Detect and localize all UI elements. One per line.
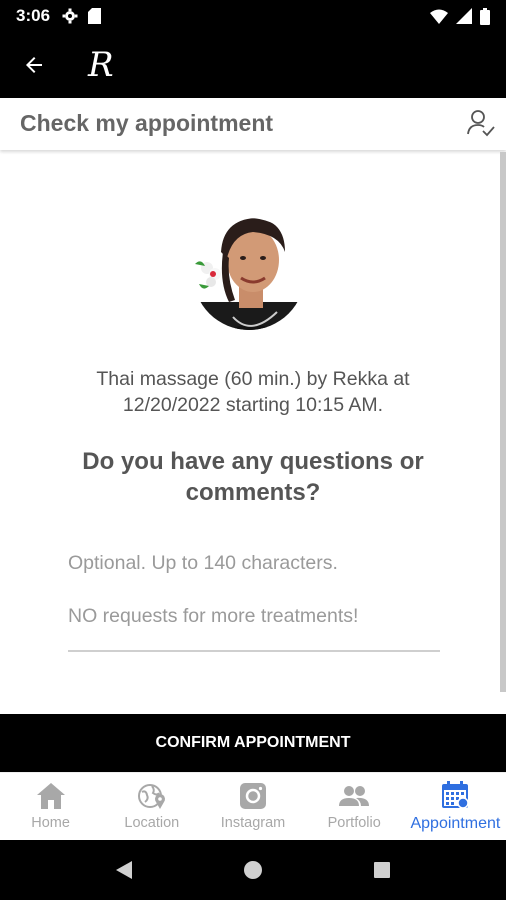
triangle-back-icon <box>116 861 133 879</box>
nav-item-portfolio[interactable]: Portfolio <box>304 773 405 840</box>
home-icon <box>36 783 65 809</box>
comment-placeholder: NO requests for more treatments! <box>68 605 359 627</box>
calendar-icon <box>442 781 470 809</box>
nav-item-appointment[interactable]: Appointment <box>405 773 506 840</box>
system-home-button[interactable] <box>233 850 273 890</box>
system-back-button[interactable] <box>104 850 144 890</box>
nav-label: Appointment <box>410 815 501 832</box>
signal-icon <box>456 8 472 24</box>
page-header: Check my appointment <box>0 98 506 150</box>
therapist-avatar <box>193 218 305 330</box>
globe-pin-icon <box>137 784 165 809</box>
page-title: Check my appointment <box>20 110 274 136</box>
nav-label: Home <box>31 815 70 831</box>
gear-icon <box>62 8 78 24</box>
status-bar: 3:06 <box>0 0 506 32</box>
confirm-button-label: CONFIRM APPOINTMENT <box>155 734 351 751</box>
sd-card-icon <box>88 8 102 24</box>
system-nav-bar <box>0 840 506 900</box>
system-recents-button[interactable] <box>362 850 402 890</box>
nav-label: Portfolio <box>327 815 381 831</box>
arrow-left-icon <box>26 57 42 73</box>
comment-placeholder: Optional. Up to 140 characters. <box>68 552 338 574</box>
wifi-icon <box>430 9 448 24</box>
comments-question: Do you have any questions or comments? <box>40 446 466 508</box>
nav-item-home[interactable]: Home <box>0 773 101 840</box>
back-button[interactable] <box>14 45 54 85</box>
people-icon <box>339 786 370 806</box>
battery-icon <box>480 7 490 25</box>
question-line: Do you have any questions or <box>82 448 424 475</box>
nav-label: Instagram <box>220 815 286 831</box>
app-bar: R <box>0 32 506 98</box>
appointment-summary: Thai massage (60 min.) by Rekka at 12/20… <box>40 366 466 418</box>
question-line: comments? <box>185 479 321 506</box>
confirm-appointment-button[interactable]: CONFIRM APPOINTMENT <box>0 714 506 772</box>
nav-label: Location <box>124 815 180 831</box>
bottom-nav: Home Location Instagram Portfolio Appoin… <box>0 772 506 840</box>
nav-item-location[interactable]: Location <box>101 773 202 840</box>
comment-input[interactable]: Optional. Up to 140 characters. NO reque… <box>68 546 440 652</box>
status-time: 3:06 <box>16 6 51 25</box>
scrollbar[interactable] <box>500 152 506 692</box>
user-check-icon[interactable] <box>466 108 496 138</box>
app-logo: R <box>88 45 114 85</box>
circle-home-icon <box>243 861 262 879</box>
appointment-summary-line: Thai massage (60 min.) by Rekka at <box>96 368 410 390</box>
instagram-icon <box>240 783 266 809</box>
square-recents-icon <box>373 862 390 878</box>
nav-item-instagram[interactable]: Instagram <box>202 773 303 840</box>
appointment-summary-line: 12/20/2022 starting 10:15 AM. <box>122 394 384 416</box>
